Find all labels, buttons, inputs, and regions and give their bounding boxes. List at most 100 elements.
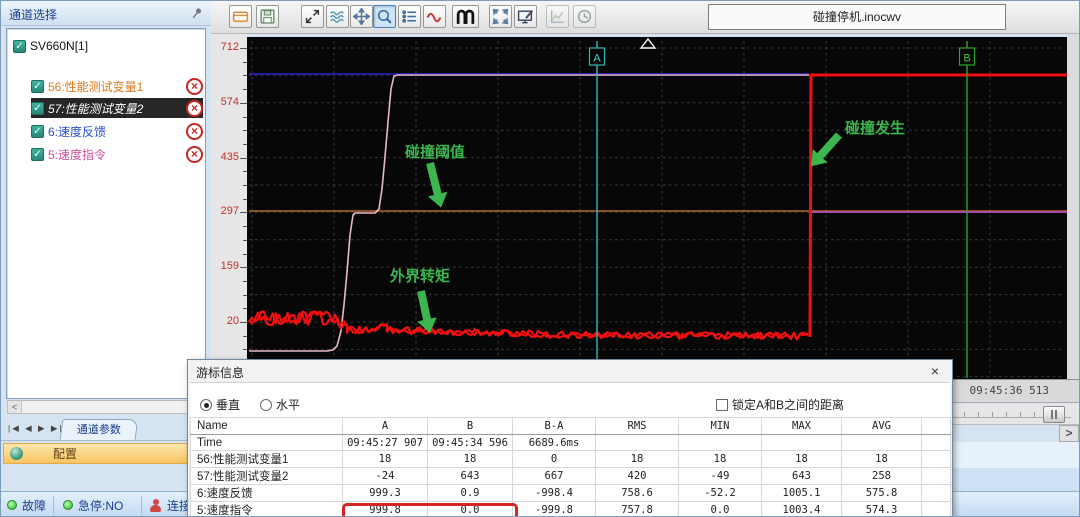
cell-value: 757.8 [596, 502, 679, 517]
list-button[interactable] [398, 5, 421, 28]
chart-button[interactable] [546, 5, 569, 28]
chart-plot[interactable]: AB碰撞阈值外界转矩碰撞发生 [247, 37, 1067, 379]
open-button[interactable] [229, 5, 252, 28]
document-tab[interactable]: 碰撞停机.inocwv [708, 4, 1006, 30]
cell-value: 18 [762, 451, 842, 468]
pan-button[interactable] [350, 5, 373, 28]
dialog-body: 垂直 水平 锁定A和B之间的距离 NameABB-ARMSMINMAXAVG T… [190, 382, 950, 517]
remove-channel-icon[interactable]: × [186, 100, 203, 117]
bottom-tab-bar: |◀ ◀ ▶ ▶| 通道参数 [1, 418, 211, 441]
close-icon[interactable]: × [926, 362, 944, 380]
channel-item[interactable]: ✓ 56:性能测试变量1× [31, 76, 203, 96]
time-scrollbar-handle[interactable] [1043, 406, 1065, 423]
cell-value: 1003.4 [762, 502, 842, 517]
trace-noise [249, 312, 809, 339]
y-axis-tick [240, 103, 247, 104]
remove-channel-icon[interactable]: × [186, 146, 203, 163]
fit-button[interactable] [301, 5, 324, 28]
capture-button[interactable] [514, 5, 537, 28]
zoom-button[interactable] [373, 5, 396, 28]
waveform-svg: AB碰撞阈值外界转矩碰撞发生 [247, 37, 1067, 379]
checkbox-icon[interactable]: ✓ [31, 80, 44, 93]
lamp-icon [63, 500, 73, 510]
radio-vertical[interactable]: 垂直 [200, 396, 240, 413]
row-name: 56:性能测试变量1 [191, 451, 343, 468]
channel-label: 56:性能测试变量1 [48, 78, 186, 95]
status-item: 急停:NO [63, 492, 123, 517]
y-axis-tick [240, 267, 247, 268]
trace [249, 75, 809, 351]
trace [810, 75, 1067, 337]
fullscreen-button[interactable] [489, 5, 512, 28]
tab-vcr-buttons[interactable]: |◀ ◀ ▶ ▶| [8, 423, 64, 434]
row-name: 6:速度反馈 [191, 485, 343, 502]
channel-item[interactable]: ✓ 6:速度反馈× [31, 121, 203, 141]
y-axis-tick [240, 212, 247, 213]
remove-channel-icon[interactable]: × [186, 123, 203, 140]
y-axis-label: 574 [213, 96, 239, 108]
history-button[interactable] [573, 5, 596, 28]
config-item[interactable]: 配置 [3, 443, 209, 464]
row-name: 5:速度指令 [191, 502, 343, 517]
chart-right-margin [1067, 34, 1080, 379]
curve-button[interactable] [423, 5, 446, 28]
checkbox-empty-icon[interactable] [716, 399, 728, 411]
cell-value: 420 [596, 468, 679, 485]
globe-icon [10, 447, 23, 460]
pin-icon[interactable] [189, 5, 205, 21]
separator [141, 496, 142, 514]
app-window: 通道选择 ✓ SV660N[1] ✓56:性能测试变量1×✓57:性能测试变量2… [0, 0, 1080, 517]
lock-distance-checkbox[interactable]: 锁定A和B之间的距离 [716, 396, 844, 413]
channel-item[interactable]: ✓5:速度指令× [31, 144, 203, 164]
scroll-right-icon[interactable]: > [1059, 425, 1079, 442]
y-axis-label: 435 [213, 151, 239, 163]
y-axis: 71257443529715920 [211, 34, 247, 379]
cell-value: 0.0 [679, 502, 762, 517]
toolbar: 碰撞停机.inocwv [211, 1, 1080, 34]
cell-value: 667 [513, 468, 596, 485]
checkbox-icon[interactable]: ✓ [31, 148, 44, 161]
history-icon [576, 8, 593, 25]
tab-channel-params[interactable]: 通道参数 [60, 419, 139, 440]
radio-horizontal[interactable]: 水平 [260, 396, 300, 413]
radio-selected-icon[interactable] [200, 399, 212, 411]
tree-horizontal-scrollbar[interactable]: < [7, 400, 203, 414]
cell-value [842, 435, 922, 451]
cell-value: -52.2 [679, 485, 762, 502]
cell-value: 0 [513, 451, 596, 468]
cell-value: 258 [842, 468, 922, 485]
checkbox-icon[interactable]: ✓ [31, 102, 44, 115]
record-button[interactable] [452, 5, 479, 28]
capture-icon [517, 8, 534, 25]
table-header: RMS [596, 418, 679, 435]
channel-label: 57:性能测试变量2 [48, 100, 186, 117]
save-button[interactable] [256, 5, 279, 28]
cell-value: 643 [762, 468, 842, 485]
config-label: 配置 [53, 445, 77, 462]
cell-value: 09:45:27 907 [343, 435, 428, 451]
row-name: Time [191, 435, 343, 451]
channel-panel-header: 通道选择 [1, 1, 211, 26]
tree-root-device[interactable]: ✓ SV660N[1] [13, 36, 88, 56]
table-header: B-A [513, 418, 596, 435]
checkbox-icon[interactable]: ✓ [31, 125, 44, 138]
waves-button[interactable] [326, 5, 349, 28]
cell-value [679, 435, 762, 451]
lamp-icon [7, 500, 17, 510]
channel-item[interactable]: ✓ 57:性能测试变量2× [31, 98, 203, 118]
cell-value: 0.9 [428, 485, 513, 502]
radio-icon[interactable] [260, 399, 272, 411]
remove-channel-icon[interactable]: × [186, 78, 203, 95]
zoom-icon [376, 8, 393, 25]
y-axis-label: 712 [213, 41, 239, 53]
cell-value: 574.3 [842, 502, 922, 517]
checkbox-icon[interactable]: ✓ [13, 40, 26, 53]
table-header: Name [191, 418, 343, 435]
y-axis-tick [240, 48, 247, 49]
record-icon [455, 7, 476, 26]
cell-value: 18 [596, 451, 679, 468]
scroll-left-icon[interactable]: < [8, 401, 22, 413]
cell-value: 18 [679, 451, 762, 468]
cell-value: -998.4 [513, 485, 596, 502]
channel-label: 6:速度反馈 [48, 123, 186, 140]
